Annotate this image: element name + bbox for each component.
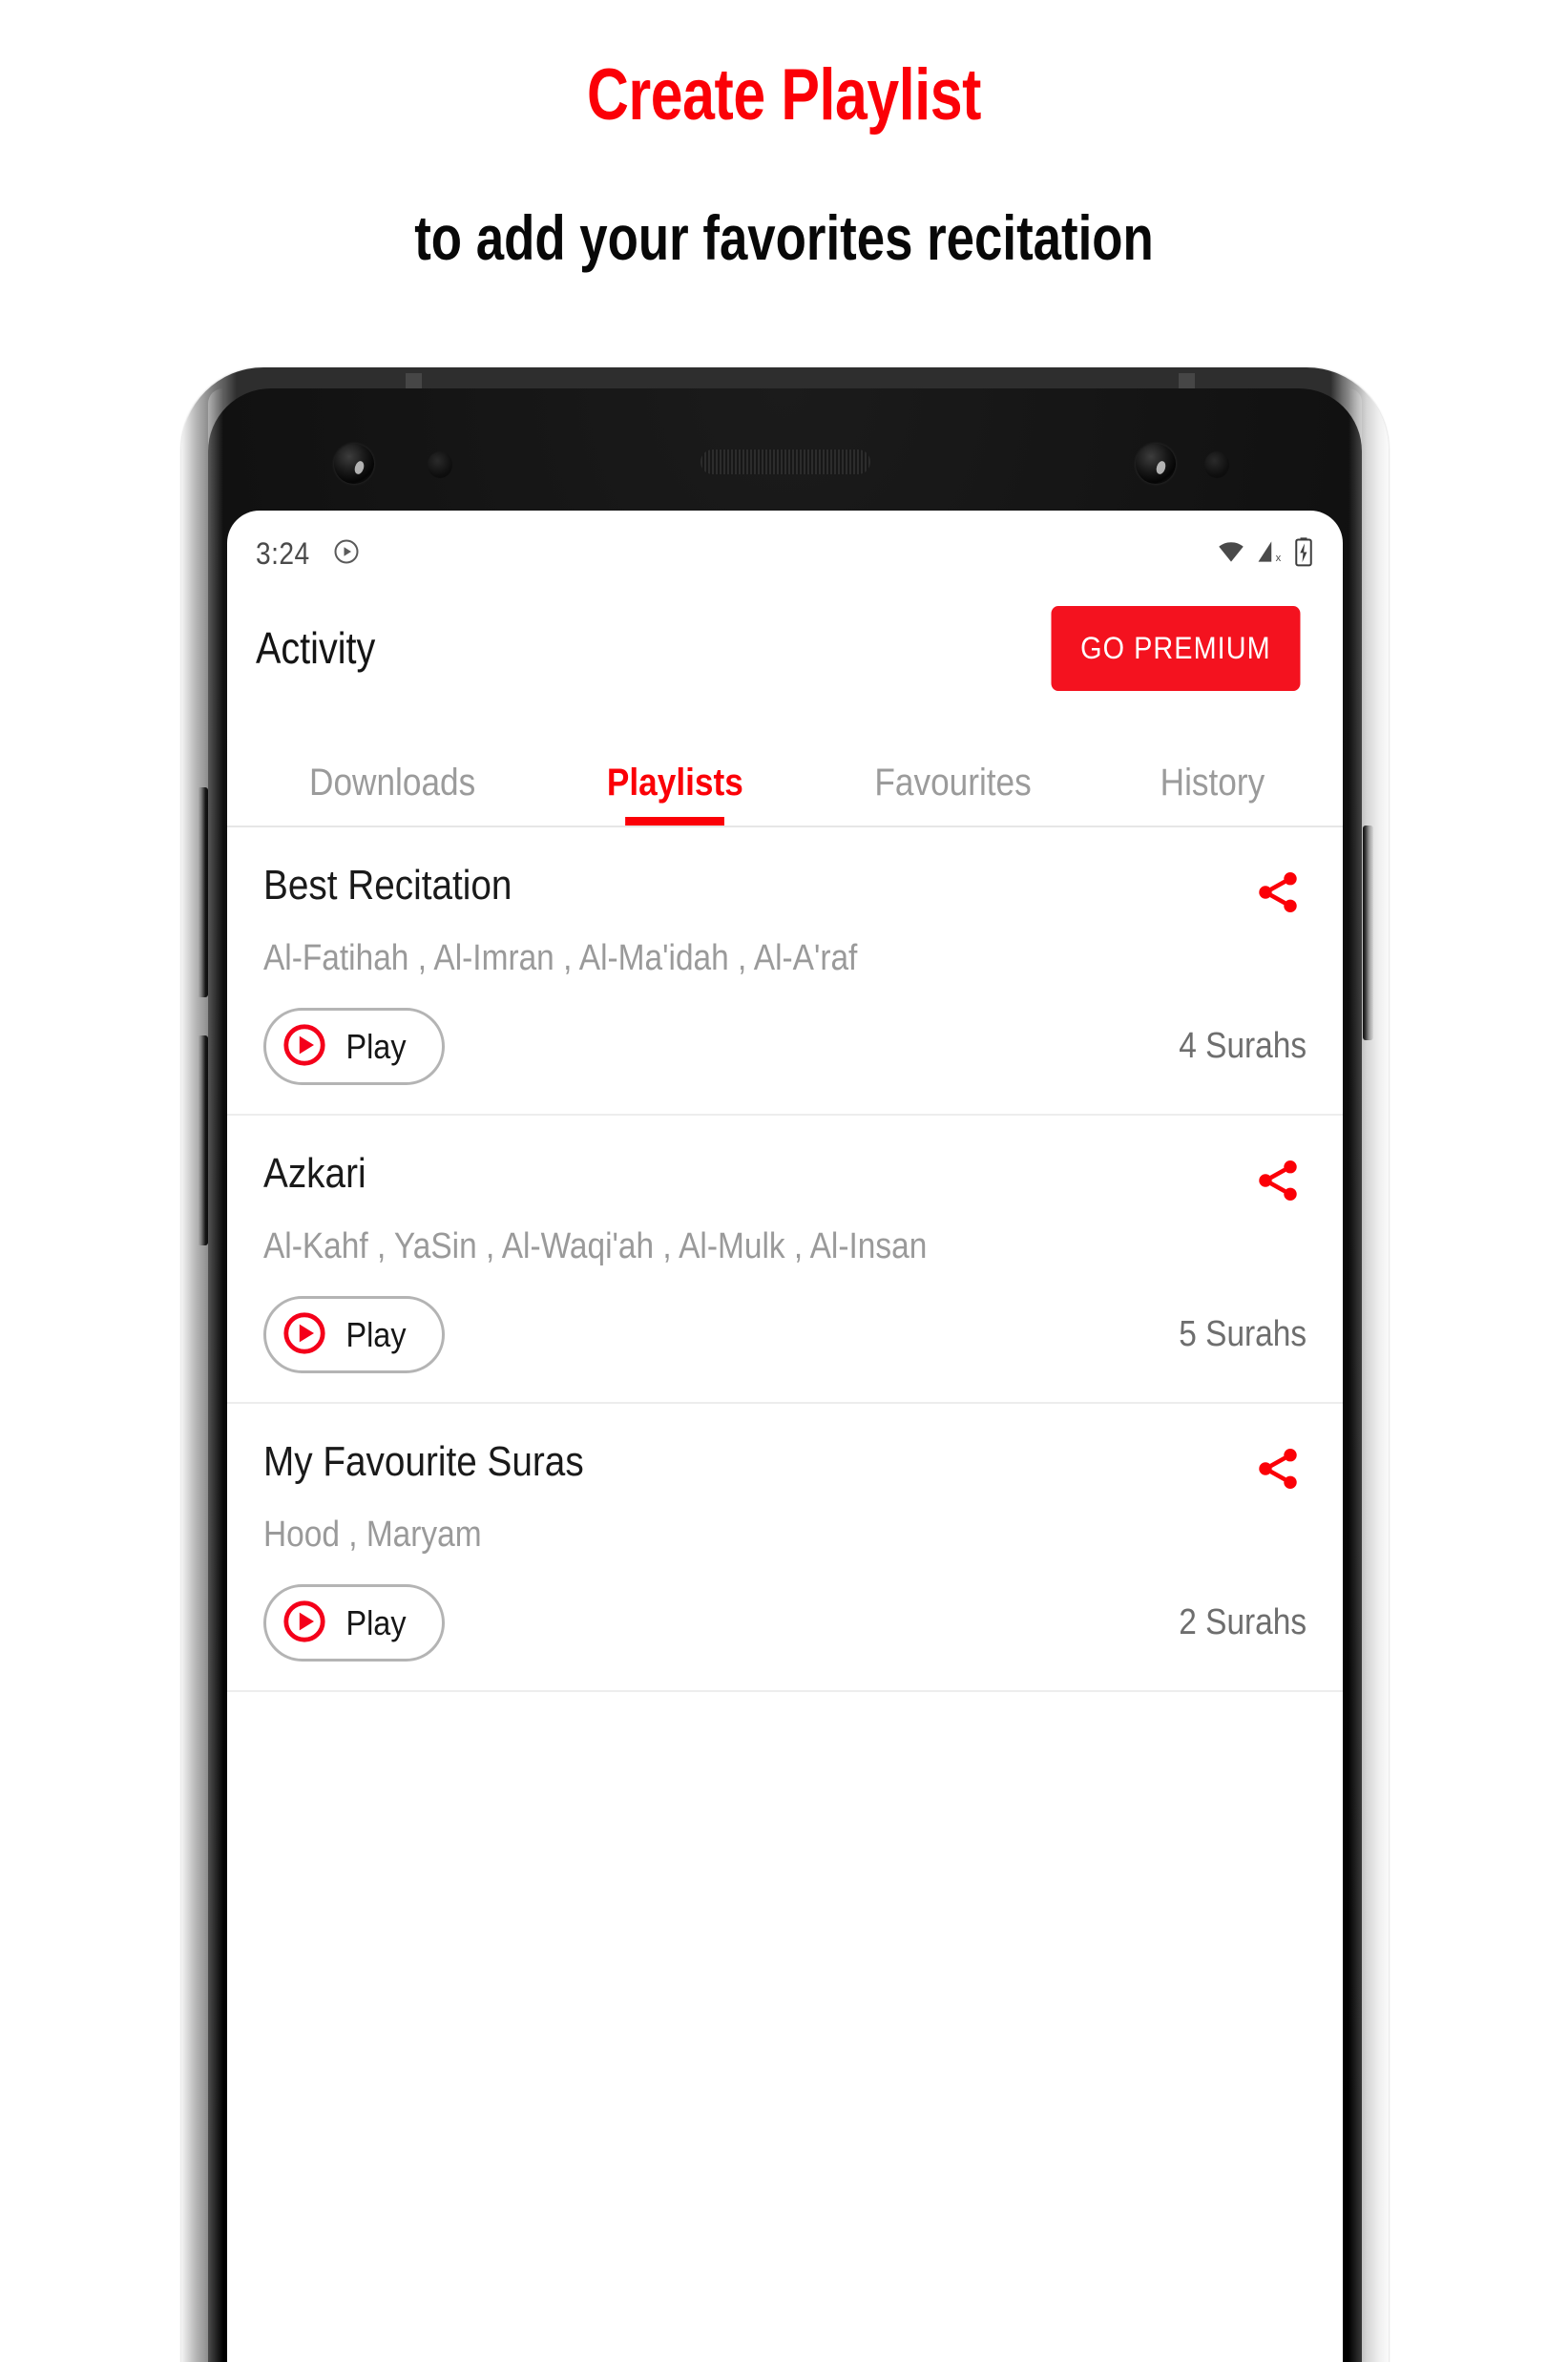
empty-list-area [227,1692,1343,2102]
share-button[interactable] [1249,862,1307,917]
proximity-sensor-icon [428,451,452,478]
status-bar-right: x [1215,536,1314,572]
front-camera-icon [334,444,374,484]
play-circle-icon [282,1310,327,1359]
svg-text:x: x [1276,553,1282,564]
playlist-row[interactable]: Best Recitation Al-Fatihah , Al-Imran , … [227,827,1343,1116]
phone-mockup: 3:24 x Activity GO PREMIUM Downloads Pla… [181,367,1389,2362]
play-circle-icon [282,1599,327,1647]
playlist-surah-names: Al-Fatihah , Al-Imran , Al-Ma'idah , Al-… [263,938,858,978]
share-icon [1253,1448,1303,1496]
promo-screenshot: Create Playlist to add your favorites re… [0,0,1568,2362]
signal-off-icon: x [1255,537,1286,571]
volume-down-button[interactable] [198,1035,208,1245]
wifi-icon [1215,537,1247,571]
playlist-title: My Favourite Suras [263,1438,584,1485]
page-headline: Create Playlist [586,54,982,136]
iris-sensor-icon [1204,451,1229,478]
playlist-row-header: My Favourite Suras [263,1438,1307,1494]
playlist-row-footer: Play 2 Surahs [263,1584,1307,1662]
playlist-row-header: Azkari [263,1150,1307,1205]
share-icon [1253,1160,1303,1208]
front-camera-secondary-icon [1136,444,1176,484]
play-circle-icon [282,1022,327,1071]
tab-playlists[interactable]: Playlists [558,762,792,826]
play-button[interactable]: Play [263,1008,446,1085]
share-button[interactable] [1249,1150,1307,1205]
page-title: Activity [256,623,376,673]
share-icon [1253,871,1303,920]
play-circle-icon [332,537,361,571]
playlist-row[interactable]: My Favourite Suras Hood , Maryam Play 2 … [227,1404,1343,1692]
play-button-label: Play [345,1602,407,1642]
play-button-label: Play [345,1026,407,1066]
share-button[interactable] [1249,1438,1307,1494]
app-bar: Activity GO PREMIUM [227,581,1343,715]
surah-count: 5 Surahs [1179,1314,1307,1354]
power-button[interactable] [1363,826,1373,1040]
phone-screen: 3:24 x Activity GO PREMIUM Downloads Pla… [227,511,1343,2362]
playlist-list: Best Recitation Al-Fatihah , Al-Imran , … [227,827,1343,2102]
playlist-surah-names: Hood , Maryam [263,1515,482,1555]
surah-count: 2 Surahs [1179,1602,1307,1642]
play-button[interactable]: Play [263,1296,446,1373]
playlist-title: Best Recitation [263,862,512,909]
play-button-label: Play [345,1314,407,1354]
volume-up-button[interactable] [198,787,208,997]
tab-bar: Downloads Playlists Favourites History [227,715,1343,827]
status-bar-left: 3:24 [256,536,361,572]
status-bar: 3:24 x [227,511,1343,581]
tab-history[interactable]: History [1112,762,1314,826]
status-time: 3:24 [256,535,310,571]
tab-downloads[interactable]: Downloads [261,762,525,826]
surah-count: 4 Surahs [1179,1026,1307,1066]
playlist-surah-names: Al-Kahf , YaSin , Al-Waqi'ah , Al-Mulk ,… [263,1226,928,1266]
go-premium-button[interactable]: GO PREMIUM [1051,605,1301,691]
page-subheadline: to add your favorites recitation [414,202,1154,273]
playlist-row-header: Best Recitation [263,862,1307,917]
earpiece-speaker-icon [700,449,870,474]
playlist-title: Azkari [263,1150,366,1197]
tab-favourites[interactable]: Favourites [826,762,1080,826]
play-button[interactable]: Play [263,1584,446,1662]
playlist-row[interactable]: Azkari Al-Kahf , YaSin , Al-Waqi'ah , Al… [227,1116,1343,1404]
playlist-row-footer: Play 5 Surahs [263,1296,1307,1373]
battery-charging-icon [1293,536,1314,572]
playlist-row-footer: Play 4 Surahs [263,1008,1307,1085]
